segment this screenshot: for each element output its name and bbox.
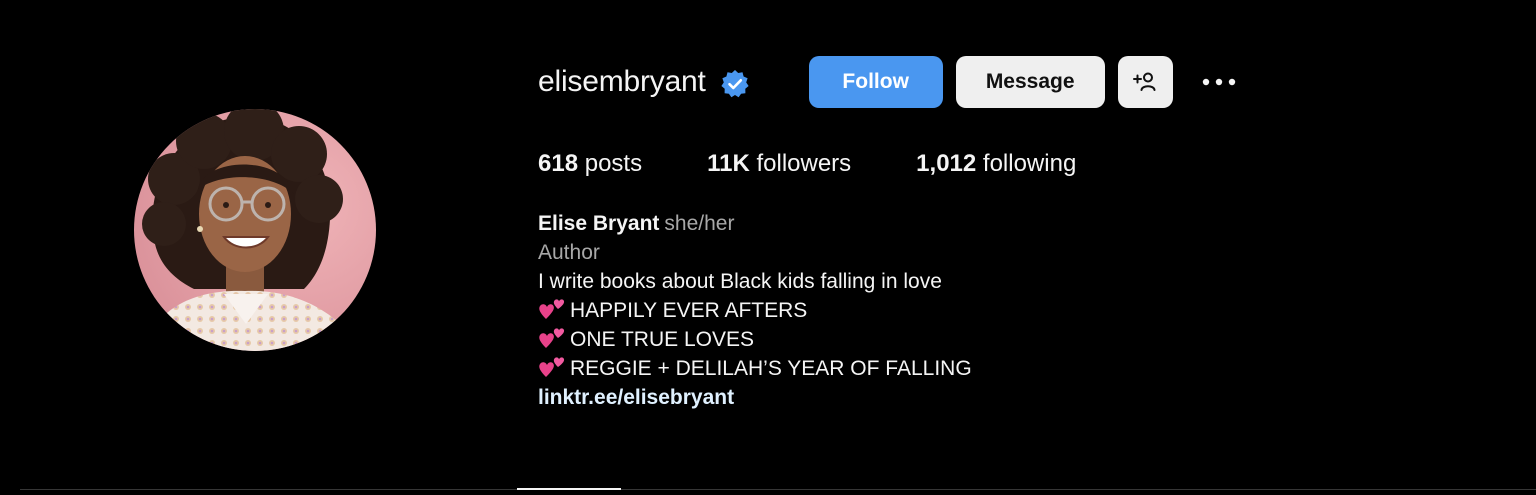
bio-book-title: ONE TRUE LOVES <box>570 328 754 351</box>
more-options-icon <box>1202 78 1235 86</box>
profile-header-row: elisembryant Follow Message <box>538 56 1438 108</box>
profile-avatar[interactable] <box>134 109 376 351</box>
posts-count: 618 <box>538 150 579 177</box>
pronouns: she/her <box>664 212 735 235</box>
bio-book-title: REGGIE + DELILAH’S YEAR OF FALLING <box>570 357 972 380</box>
followers-label: followers <box>756 150 852 177</box>
bio-book-line: HAPPILY EVER AFTERS <box>538 296 1438 325</box>
avatar-image <box>134 109 376 351</box>
posts-label: posts <box>584 150 643 177</box>
follow-button[interactable]: Follow <box>808 56 943 108</box>
two-hearts-icon <box>539 299 565 319</box>
verified-badge-icon <box>720 69 750 99</box>
bio-name-line: Elise Bryant she/her <box>538 209 1438 238</box>
following-stat[interactable]: 1,012 following <box>916 150 1076 178</box>
bio-link[interactable]: linktr.ee/elisebryant <box>538 386 734 409</box>
profile-stats: 618 posts 11K followers 1,012 following <box>538 150 1438 178</box>
bio-link-line: linktr.ee/elisebryant <box>538 383 1438 412</box>
message-button[interactable]: Message <box>955 56 1105 108</box>
bio-book-line: REGGIE + DELILAH’S YEAR OF FALLING <box>538 354 1438 383</box>
followers-stat[interactable]: 11K followers <box>707 150 851 178</box>
profile-info: elisembryant Follow Message 618 posts 11… <box>538 56 1438 412</box>
active-tab-indicator <box>517 488 621 490</box>
add-person-icon <box>1133 72 1156 91</box>
following-count: 1,012 <box>916 150 977 177</box>
profile-category: Author <box>538 241 600 264</box>
tabs-divider <box>20 489 1536 490</box>
posts-stat: 618 posts <box>538 150 642 178</box>
two-hearts-icon <box>539 357 565 377</box>
full-name: Elise Bryant <box>538 212 660 235</box>
bio-book-line: ONE TRUE LOVES <box>538 325 1438 354</box>
username: elisembryant <box>538 65 706 98</box>
bio-text-line: I write books about Black kids falling i… <box>538 270 942 293</box>
followers-count: 11K <box>707 150 750 177</box>
suggested-accounts-button[interactable] <box>1117 56 1173 108</box>
two-hearts-icon <box>539 328 565 348</box>
more-options-button[interactable] <box>1199 62 1239 102</box>
following-label: following <box>982 150 1077 177</box>
bio-book-title: HAPPILY EVER AFTERS <box>570 299 808 322</box>
profile-bio: Elise Bryant she/her Author I write books… <box>538 209 1438 412</box>
